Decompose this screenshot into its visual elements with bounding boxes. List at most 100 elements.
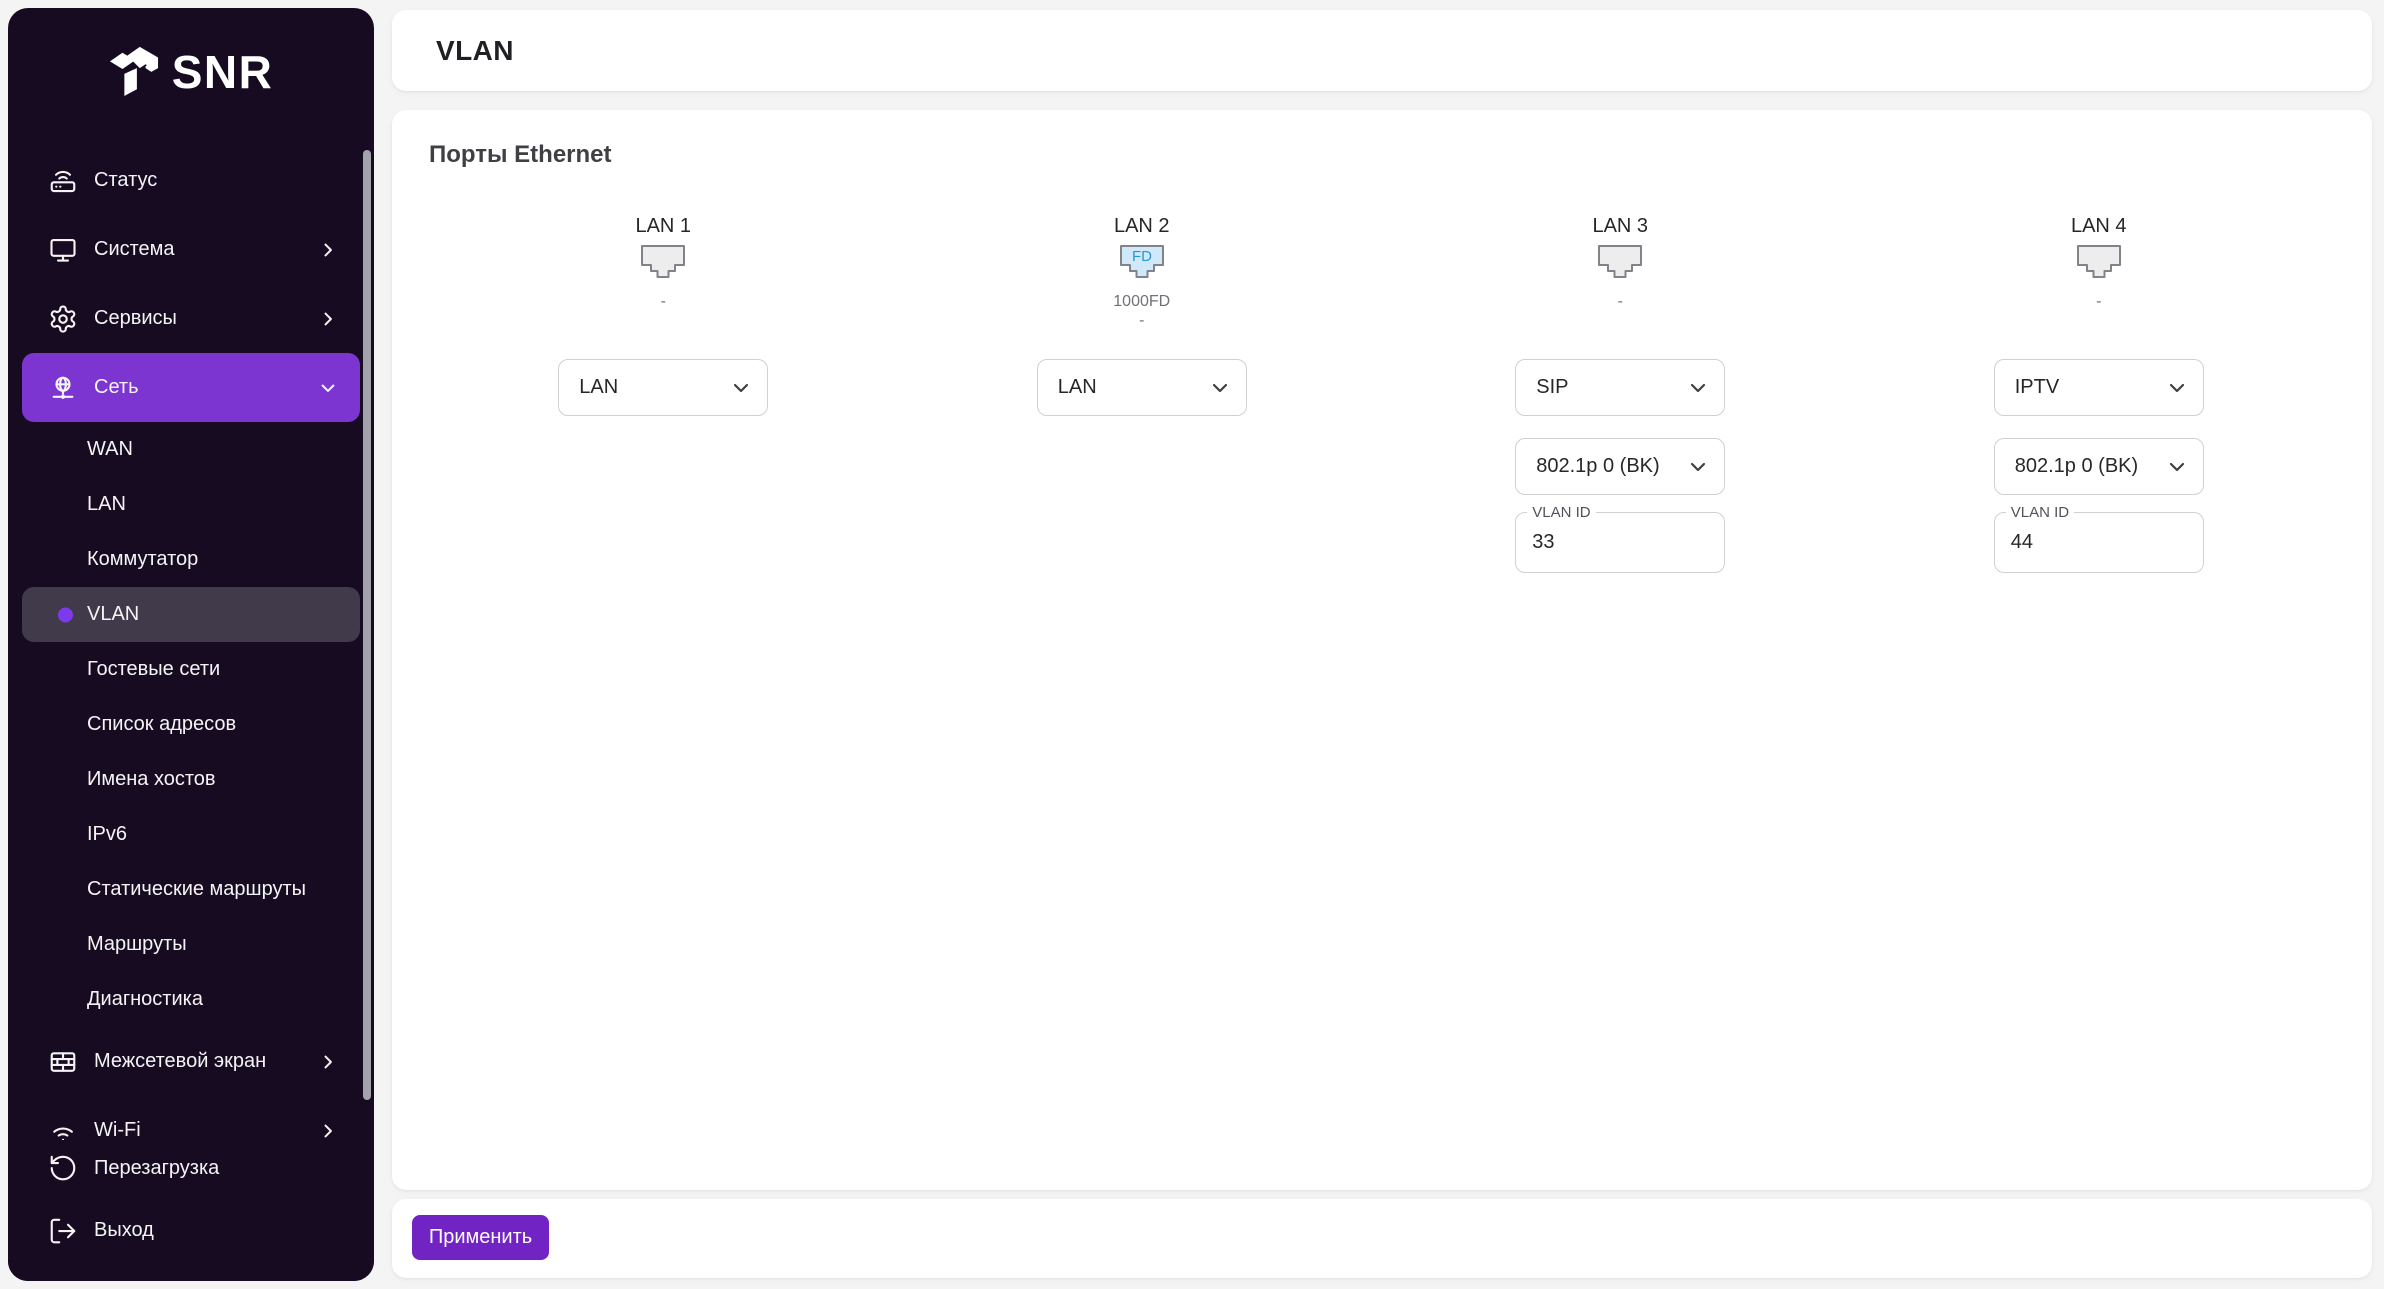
svg-text:FD: FD bbox=[1132, 248, 1152, 265]
chevron-down-icon bbox=[1690, 383, 1706, 393]
chevron-right-icon bbox=[318, 1052, 338, 1072]
port-status: 1000FD- bbox=[1113, 292, 1170, 330]
sidebar-subitem-label: VLAN bbox=[87, 603, 139, 626]
sidebar-menu: Статус Система Сервисы Сеть WAN LAN Коммутатор… bbox=[8, 146, 374, 1140]
vlan-id-label: VLAN ID bbox=[1527, 503, 1595, 522]
port-name: LAN 1 bbox=[635, 214, 691, 238]
sidebar-subitem-статические-маршруты[interactable]: Статические маршруты bbox=[8, 862, 374, 917]
port-mode-select[interactable]: LAN bbox=[558, 359, 768, 416]
sidebar-subitem-label: LAN bbox=[87, 493, 126, 516]
port-column: LAN 4 - IPTV 802.1p 0 (BK) VLAN ID bbox=[1860, 214, 2339, 573]
firewall-icon bbox=[48, 1047, 78, 1077]
sidebar-subitem-label: Маршруты bbox=[87, 933, 187, 956]
chevron-down-icon bbox=[1690, 462, 1706, 472]
footer-card: Применить bbox=[392, 1199, 2372, 1278]
chevron-right-icon bbox=[318, 240, 338, 260]
port-name: LAN 4 bbox=[2071, 214, 2127, 238]
port-8021p-select[interactable]: 802.1p 0 (BK) bbox=[1994, 438, 2204, 495]
vlan-id-field: VLAN ID bbox=[1515, 512, 1725, 573]
sidebar-subitem-маршруты[interactable]: Маршруты bbox=[8, 917, 374, 972]
port-mode-select[interactable]: SIP bbox=[1515, 359, 1725, 416]
sidebar-subitem-ipv6[interactable]: IPv6 bbox=[8, 807, 374, 862]
sidebar-subitem-коммутатор[interactable]: Коммутатор bbox=[8, 532, 374, 587]
sidebar-subitem-label: Имена хостов bbox=[87, 768, 216, 791]
sidebar-item-label: Система bbox=[94, 238, 175, 261]
port-status-line: - bbox=[1618, 292, 1623, 311]
gear-icon bbox=[48, 304, 78, 334]
sidebar-subitem-диагностика[interactable]: Диагностика bbox=[8, 972, 374, 1027]
port-column: LAN 2 FD 1000FD- LAN bbox=[903, 214, 1382, 573]
sidebar: SNR Статус Система Сервисы Сеть WAN LAN Коммут… bbox=[8, 8, 374, 1281]
sidebar-subitem-lan[interactable]: LAN bbox=[8, 477, 374, 532]
monitor-icon bbox=[48, 235, 78, 265]
sidebar-item-label: Сервисы bbox=[94, 307, 177, 330]
logo-text: SNR bbox=[172, 49, 274, 95]
wifi-icon bbox=[48, 1116, 78, 1141]
apply-button[interactable]: Применить bbox=[412, 1215, 549, 1260]
chevron-down-icon bbox=[733, 383, 749, 393]
ports-section-title: Порты Ethernet bbox=[429, 141, 612, 169]
ethernet-ports-card: Порты Ethernet LAN 1 - LAN LAN 2 bbox=[392, 110, 2372, 1190]
sidebar-scrollbar-thumb[interactable] bbox=[363, 150, 371, 1100]
refresh-icon bbox=[48, 1153, 78, 1183]
port-column: LAN 1 - LAN bbox=[424, 214, 903, 573]
ports-grid: LAN 1 - LAN LAN 2 bbox=[424, 214, 2338, 573]
sidebar-subitem-label: WAN bbox=[87, 438, 133, 461]
sidebar-item-label: Сеть bbox=[94, 376, 138, 399]
port-mode-select[interactable]: IPTV bbox=[1994, 359, 2204, 416]
sidebar-subitem-имена-хостов[interactable]: Имена хостов bbox=[8, 752, 374, 807]
sidebar-subitem-wan[interactable]: WAN bbox=[8, 422, 374, 477]
port-mode-value: LAN bbox=[1058, 376, 1097, 399]
port-status-line: - bbox=[1113, 311, 1170, 330]
sidebar-item-logout[interactable]: Выход bbox=[8, 1196, 374, 1265]
sidebar-item-label: Выход bbox=[94, 1219, 154, 1242]
chevron-down-icon bbox=[2169, 383, 2185, 393]
port-8021p-value: 802.1p 0 (BK) bbox=[2015, 455, 2138, 478]
port-8021p-value: 802.1p 0 (BK) bbox=[1536, 455, 1659, 478]
sidebar-item-label: Wi-Fi bbox=[94, 1119, 141, 1140]
sidebar-bottom-menu: Перезагрузка Выход bbox=[8, 1140, 374, 1281]
ethernet-jack-icon bbox=[1597, 244, 1643, 280]
port-status-line: - bbox=[661, 292, 666, 311]
sidebar-item-сервисы[interactable]: Сервисы bbox=[8, 284, 374, 353]
snr-cube-logo-icon bbox=[109, 43, 159, 102]
router-icon bbox=[48, 166, 78, 196]
logout-icon bbox=[48, 1216, 78, 1246]
sidebar-subitem-label: Коммутатор bbox=[87, 548, 198, 571]
sidebar-subitem-label: IPv6 bbox=[87, 823, 127, 846]
chevron-down-icon bbox=[2169, 462, 2185, 472]
sidebar-subitem-label: Диагностика bbox=[87, 988, 203, 1011]
port-mode-value: LAN bbox=[579, 376, 618, 399]
chevron-right-icon bbox=[318, 309, 338, 329]
sidebar-subitem-label: Список адресов bbox=[87, 713, 236, 736]
port-name: LAN 2 bbox=[1114, 214, 1170, 238]
logo: SNR bbox=[8, 42, 374, 102]
chevron-down-icon bbox=[1212, 383, 1228, 393]
vlan-id-field: VLAN ID bbox=[1994, 512, 2204, 573]
port-name: LAN 3 bbox=[1592, 214, 1648, 238]
sidebar-item-reboot[interactable]: Перезагрузка bbox=[8, 1140, 374, 1196]
port-column: LAN 3 - SIP 802.1p 0 (BK) VLAN ID bbox=[1381, 214, 1860, 573]
sidebar-subitem-список-адресов[interactable]: Список адресов bbox=[8, 697, 374, 752]
sidebar-subitem-vlan[interactable]: VLAN bbox=[22, 587, 360, 642]
ethernet-jack-icon bbox=[2076, 244, 2122, 280]
port-mode-select[interactable]: LAN bbox=[1037, 359, 1247, 416]
sidebar-item-label: Статус bbox=[94, 169, 157, 192]
ethernet-jack-icon bbox=[640, 244, 686, 280]
port-status: - bbox=[1618, 292, 1623, 330]
sidebar-subitem-label: Гостевые сети bbox=[87, 658, 220, 681]
sidebar-item-label: Перезагрузка bbox=[94, 1157, 219, 1180]
page-header-card: VLAN bbox=[392, 10, 2372, 91]
port-mode-value: IPTV bbox=[2015, 376, 2059, 399]
sidebar-item-межсетевой-экран[interactable]: Межсетевой экран bbox=[8, 1027, 374, 1096]
port-mode-value: SIP bbox=[1536, 376, 1568, 399]
sidebar-item-wi-fi[interactable]: Wi-Fi bbox=[8, 1096, 374, 1140]
sidebar-item-система[interactable]: Система bbox=[8, 215, 374, 284]
sidebar-subitem-гостевые-сети[interactable]: Гостевые сети bbox=[8, 642, 374, 697]
sidebar-item-статус[interactable]: Статус bbox=[8, 146, 374, 215]
chevron-down-icon bbox=[318, 378, 338, 398]
port-status-line: 1000FD bbox=[1113, 292, 1170, 311]
sidebar-item-сеть[interactable]: Сеть bbox=[22, 353, 360, 422]
globe-network-icon bbox=[48, 373, 78, 403]
port-8021p-select[interactable]: 802.1p 0 (BK) bbox=[1515, 438, 1725, 495]
